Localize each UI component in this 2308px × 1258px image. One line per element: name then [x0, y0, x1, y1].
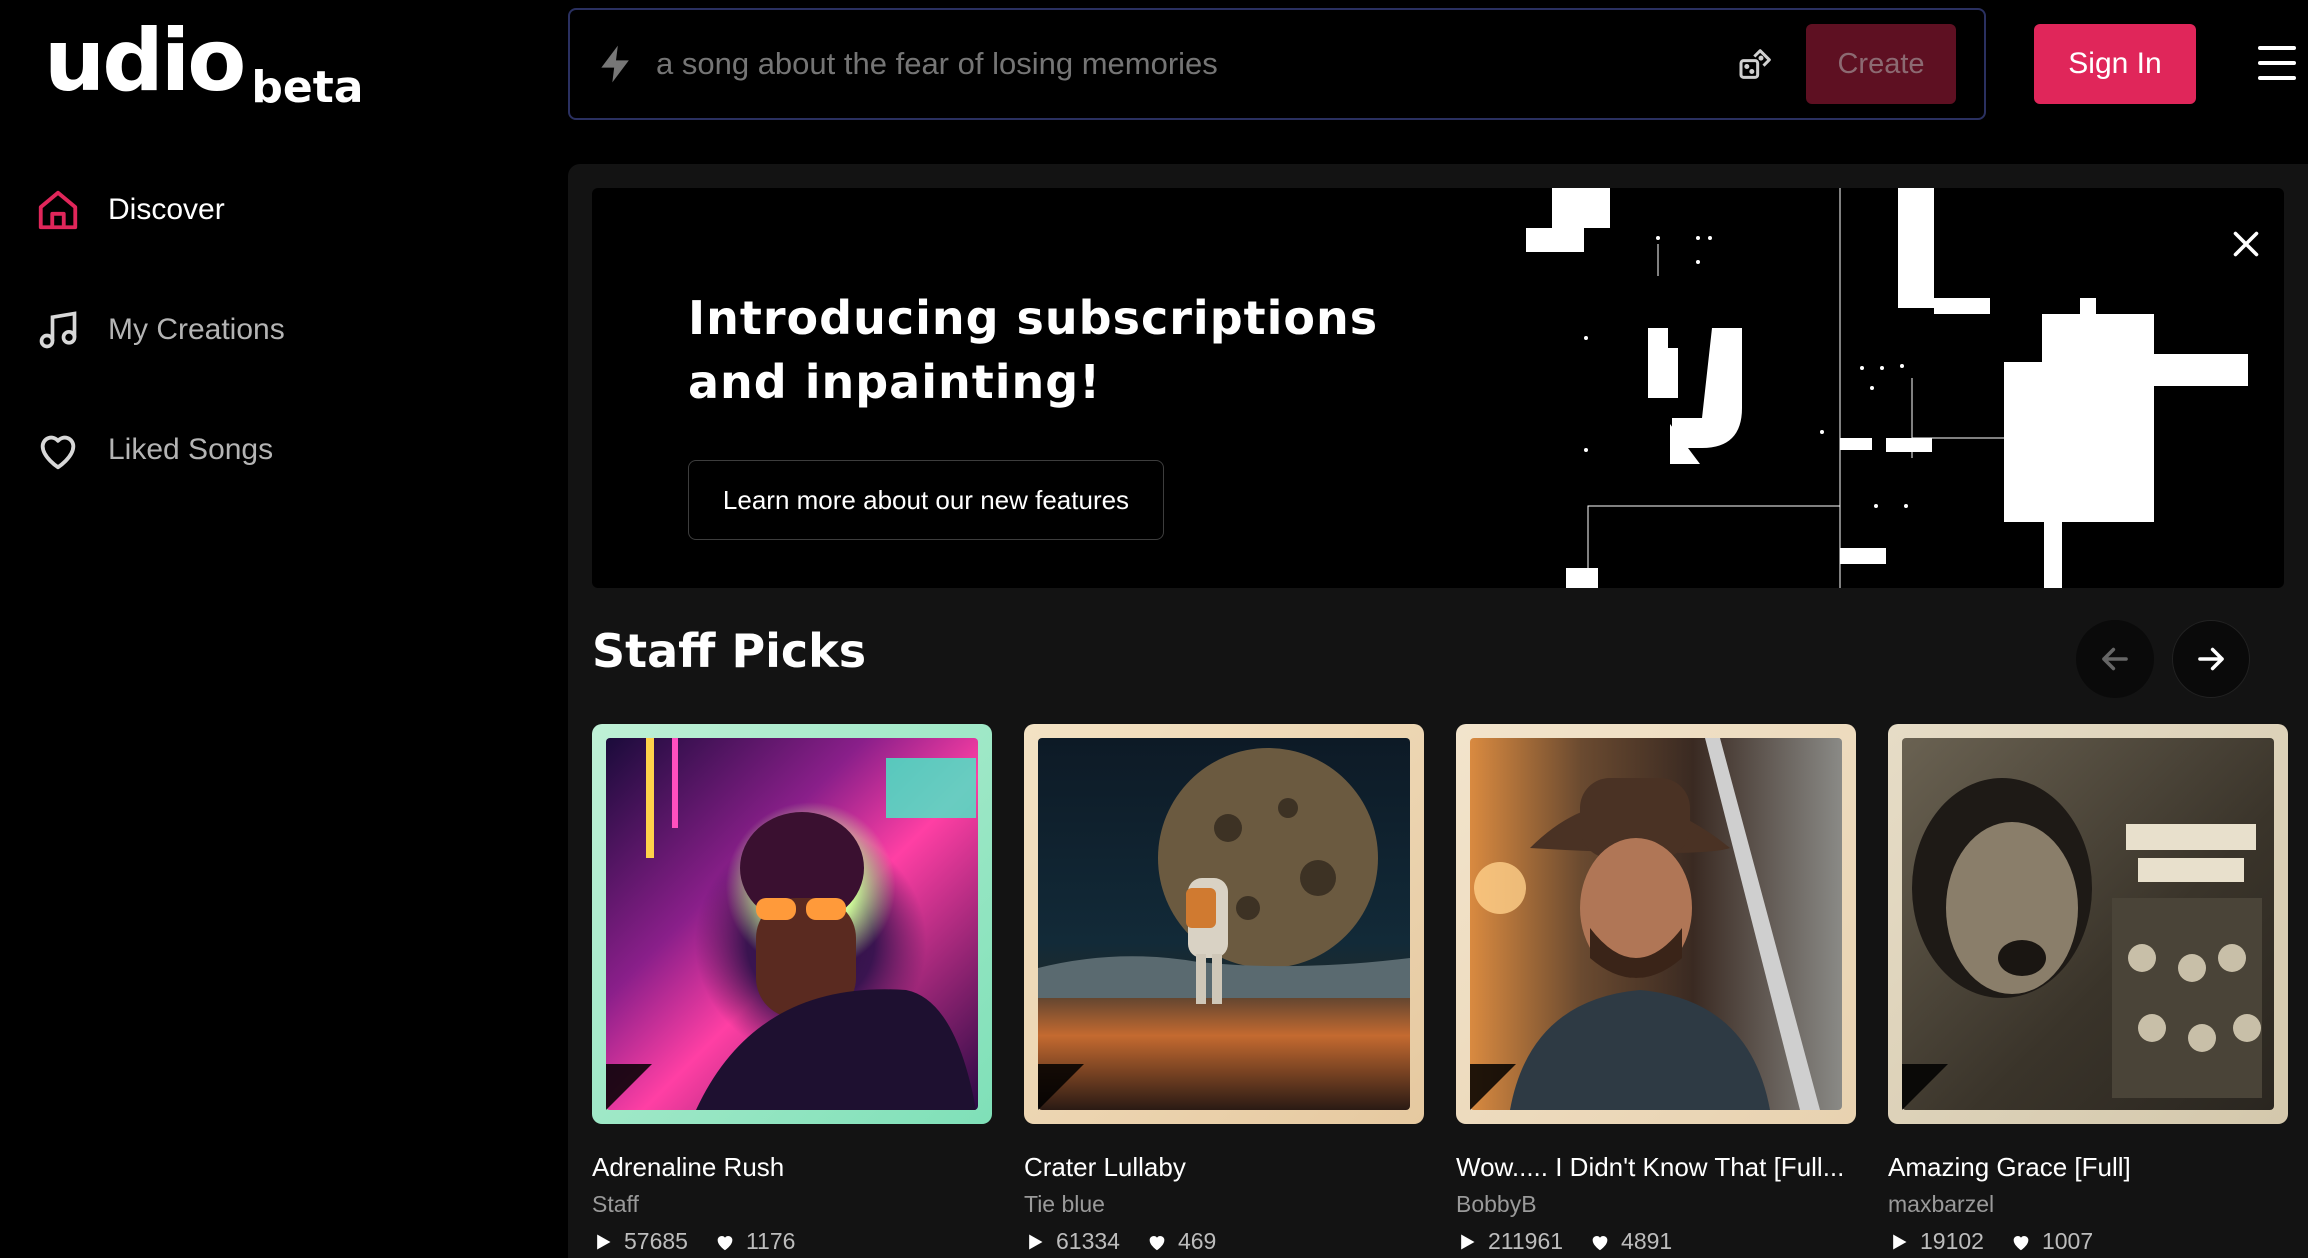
like-count: 4891 — [1621, 1228, 1673, 1254]
menu-line — [2258, 76, 2296, 80]
menu-line — [2258, 61, 2296, 65]
song-card[interactable]: Crater Lullaby Tie blue 61334 469 — [1024, 724, 1424, 1255]
song-title[interactable]: Wow..... I Didn't Know That [Full... — [1456, 1152, 1856, 1183]
staff-picks-title: Staff Picks — [592, 624, 867, 678]
like-count: 469 — [1177, 1228, 1217, 1254]
like-count: 1176 — [745, 1228, 796, 1254]
udio-corner-mark — [1902, 1064, 1948, 1110]
sidebar-item-discover[interactable]: Discover — [0, 180, 560, 240]
sidebar-item-label: Liked Songs — [108, 433, 274, 466]
play-count: 19102 — [1920, 1228, 1984, 1254]
home-icon — [34, 186, 82, 234]
play-icon — [592, 1231, 614, 1253]
song-artist[interactable]: Staff — [592, 1191, 992, 1218]
play-icon — [1456, 1231, 1478, 1253]
song-title[interactable]: Amazing Grace [Full] — [1888, 1152, 2288, 1183]
song-title[interactable]: Adrenaline Rush — [592, 1152, 992, 1183]
hamburger-menu-icon[interactable] — [2258, 46, 2296, 80]
sidebar-item-my-creations[interactable]: My Creations — [0, 300, 560, 360]
song-stats: 19102 1007 — [1888, 1228, 2288, 1255]
song-cover[interactable] — [1456, 724, 1856, 1124]
like-count: 1007 — [2041, 1228, 2094, 1254]
play-icon — [1888, 1231, 1910, 1253]
carousel-next-button[interactable] — [2172, 620, 2250, 698]
song-card[interactable]: Wow..... I Didn't Know That [Full... Bob… — [1456, 724, 1856, 1255]
udio-logo[interactable]: udio beta — [44, 11, 363, 111]
carousel-prev-button[interactable] — [2076, 620, 2154, 698]
banner-title: Introducing subscriptions and inpainting… — [688, 291, 1379, 409]
lightning-icon — [592, 40, 640, 88]
sidebar-item-label: My Creations — [108, 313, 285, 346]
sidebar: Discover My Creations Liked Songs — [0, 180, 560, 540]
heart-icon — [2010, 1231, 2032, 1253]
announcement-banner: Introducing subscriptions and inpainting… — [592, 188, 2284, 588]
close-icon[interactable] — [2228, 226, 2264, 262]
play-count: 57685 — [624, 1228, 688, 1254]
heart-icon — [1589, 1231, 1611, 1253]
sidebar-item-label: Discover — [108, 193, 225, 226]
song-cover[interactable] — [1888, 724, 2288, 1124]
logo-wordmark: udio — [44, 11, 246, 111]
play-icon — [1024, 1231, 1046, 1253]
logo-beta-tag: beta — [251, 62, 364, 113]
sign-in-button[interactable]: Sign In — [2034, 24, 2196, 104]
udio-corner-mark — [1038, 1064, 1084, 1110]
main-content: Introducing subscriptions and inpainting… — [568, 164, 2308, 1258]
arrow-left-icon — [2102, 647, 2128, 671]
play-count: 61334 — [1056, 1228, 1120, 1254]
music-note-icon — [34, 306, 82, 354]
sidebar-item-liked-songs[interactable]: Liked Songs — [0, 420, 560, 480]
song-cover[interactable] — [592, 724, 992, 1124]
song-stats: 211961 4891 — [1456, 1228, 1856, 1255]
arrow-right-icon — [2198, 647, 2224, 671]
song-stats: 57685 1176 — [592, 1228, 992, 1255]
heart-icon — [714, 1231, 736, 1253]
udio-corner-mark — [1470, 1064, 1516, 1110]
play-count: 211961 — [1488, 1228, 1564, 1254]
learn-more-button[interactable]: Learn more about our new features — [688, 460, 1164, 540]
song-card[interactable]: Amazing Grace [Full] maxbarzel 19102 100… — [1888, 724, 2288, 1255]
udio-corner-mark — [606, 1064, 652, 1110]
song-title[interactable]: Crater Lullaby — [1024, 1152, 1424, 1183]
song-artist[interactable]: maxbarzel — [1888, 1191, 2288, 1218]
song-card[interactable]: Adrenaline Rush Staff 57685 1176 — [592, 724, 992, 1255]
banner-pixel-art — [1526, 188, 2248, 588]
prompt-input[interactable] — [656, 46, 1732, 82]
song-stats: 61334 469 — [1024, 1228, 1424, 1255]
heart-icon — [1146, 1231, 1168, 1253]
heart-icon — [34, 426, 82, 474]
create-button[interactable]: Create — [1806, 24, 1956, 104]
song-artist[interactable]: Tie blue — [1024, 1191, 1424, 1218]
menu-line — [2258, 46, 2296, 50]
song-artist[interactable]: BobbyB — [1456, 1191, 1856, 1218]
dice-icon[interactable] — [1732, 40, 1780, 88]
prompt-bar: Create — [568, 8, 1986, 120]
staff-picks-carousel: Adrenaline Rush Staff 57685 1176 Crater … — [592, 724, 2308, 1258]
song-cover[interactable] — [1024, 724, 1424, 1124]
